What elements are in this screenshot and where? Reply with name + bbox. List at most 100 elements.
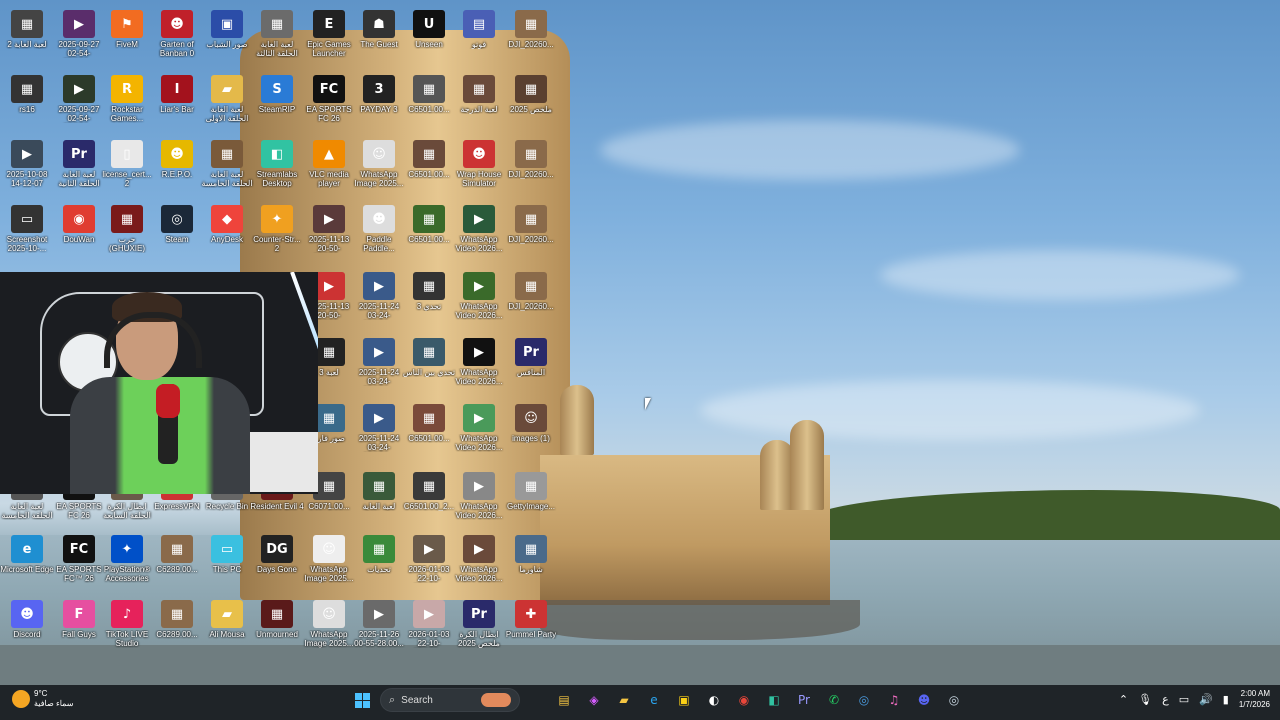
desktop-icon[interactable]: ◎ Steam — [150, 205, 204, 244]
desktop-icon[interactable]: ▦ C6501.00... — [402, 404, 456, 443]
clock[interactable]: 2:00 AM 1/7/2026 — [1239, 688, 1270, 710]
desktop-icon[interactable]: E Epic Games Launcher — [302, 10, 356, 58]
desktop-icon[interactable]: ▶ 2025-11-24 03-24-12.000... — [352, 404, 406, 452]
desktop-icon[interactable]: ▶ 2026-01-03 22-10-12.000... — [402, 535, 456, 583]
desktop-icon[interactable]: ▦ GettyImage... — [504, 472, 558, 511]
desktop-icon[interactable]: ▰ Ali Mousa — [200, 600, 254, 639]
desktop-icon[interactable]: ▦ DJI_20260... — [504, 205, 558, 244]
store-icon[interactable]: ▣ — [672, 688, 696, 712]
desktop-icon[interactable]: Pr ابطال الكرة ملخص 2025 — [452, 600, 506, 648]
desktop-icon[interactable]: ▦ C6501.00_2... — [402, 472, 456, 511]
desktop-icon[interactable]: ▦ DJI_20260... — [504, 10, 558, 49]
desktop-icon[interactable]: ▦ rs16 — [0, 75, 54, 114]
desktop-icon[interactable]: ☺ WhatsApp Image 2025... — [302, 600, 356, 648]
desktop-icon[interactable]: ▦ لعبة الدرجة — [452, 75, 506, 114]
desktop-icon[interactable]: ◉ DouWan — [52, 205, 106, 244]
volume-icon[interactable]: 🔊 — [1199, 693, 1213, 706]
desktop-icon[interactable]: U Unseen — [402, 10, 456, 49]
desktop-icon[interactable]: ✚ Pummel Party — [504, 600, 558, 639]
desktop-icon[interactable]: ▦ C6501.00... — [402, 205, 456, 244]
alienware-icon[interactable]: ◐ — [702, 688, 726, 712]
desktop-icon[interactable]: ▦ C6501.00... — [402, 75, 456, 114]
desktop-icon[interactable]: ⚑ FiveM — [100, 10, 154, 49]
edge-icon[interactable]: e — [642, 688, 666, 712]
desktop-icon[interactable]: ▦ تحدي 3 — [402, 272, 456, 311]
desktop-icon[interactable]: ▭ This PC — [200, 535, 254, 574]
desktop-icon[interactable]: FC EA SPORTS FC 26 — [302, 75, 356, 123]
desktop-icon[interactable]: ▦ لعبة الغابة الحلقة الخامسة — [200, 140, 254, 188]
desktop-icon[interactable]: ▦ تحدي بين الناس — [402, 338, 456, 377]
desktop-icon[interactable]: ▶ WhatsApp Video 2026... — [452, 472, 506, 520]
desktop-icon[interactable]: ▦ C6289.00... — [150, 535, 204, 574]
desktop-icon[interactable]: R Rockstar Games... — [100, 75, 154, 123]
desktop-icon[interactable]: I Liar's Bar — [150, 75, 204, 114]
desktop-icon[interactable]: ▦ تحديات — [352, 535, 406, 574]
streamlabs-icon[interactable]: ◧ — [762, 688, 786, 712]
app-icon[interactable]: ◎ — [852, 688, 876, 712]
desktop-icon[interactable]: ▦ C6501.00... — [402, 140, 456, 179]
desktop-icon[interactable]: Pr لعبة الغابة الحلقة الثانية — [52, 140, 106, 188]
discord-icon[interactable]: ☻ — [912, 688, 936, 712]
search-box[interactable]: ⌕ Search — [380, 688, 520, 712]
desktop-icon[interactable]: ▦ DJI_20260... — [504, 272, 558, 311]
desktop-icon[interactable]: ☺ WhatsApp Image 2025... — [352, 140, 406, 188]
desktop-icon[interactable]: ▰ لعبة الغابة الحلقة الاولى — [200, 75, 254, 123]
desktop-icon[interactable]: ▯ license_cert... 2 — [100, 140, 154, 188]
desktop-icon[interactable]: ✦ PlayStation® Accessories — [100, 535, 154, 583]
chrome-icon[interactable]: ◉ — [732, 688, 756, 712]
premiere-icon[interactable]: Pr — [792, 688, 816, 712]
desktop-icon[interactable]: ▶ 2025-10-08 14-12-07 — [0, 140, 54, 188]
desktop-icon[interactable]: Pr المنافس — [504, 338, 558, 377]
desktop-icon[interactable]: ▦ لعبة الغابة — [352, 472, 406, 511]
folder-icon[interactable]: ▰ — [612, 688, 636, 712]
desktop-icon[interactable]: ☻ Garten of Banban 0 — [150, 10, 204, 58]
desktop-icon[interactable]: DG Days Gone — [250, 535, 304, 574]
desktop-icon[interactable]: ▶ 2025-09-27 02-54-23.000... — [52, 10, 106, 58]
desktop-icon[interactable]: ▭ Screenshot 2025-10-... — [0, 205, 54, 253]
desktop-icon[interactable]: ▦ لعبة الغابة الحلقة الثالثة — [250, 10, 304, 58]
desktop-icon[interactable]: ▶ 2025-09-27 02-54-23.000... — [52, 75, 106, 123]
desktop-icon[interactable]: ◆ AnyDesk — [200, 205, 254, 244]
desktop-icon[interactable]: ▤ فوتو — [452, 10, 506, 49]
desktop-icon[interactable]: ▶ 2025-11-24 03-24-12.000... — [352, 272, 406, 320]
desktop-icon[interactable]: ▦ لعبة الغابة 2 — [0, 10, 54, 49]
desktop-icon[interactable]: ▶ 2025-11-24 03-24-12.000... — [352, 338, 406, 386]
desktop-icon[interactable]: ▦ Unmourned — [250, 600, 304, 639]
desktop-icon[interactable]: ▦ DJI_20260... — [504, 140, 558, 179]
steam-icon[interactable]: ◎ — [942, 688, 966, 712]
desktop-icon[interactable]: ▦ حرب (GHUXIE) — [100, 205, 154, 253]
desktop-icon[interactable]: ▶ 2025-11-13 20-50-14.000... — [302, 205, 356, 253]
network-icon[interactable]: ▭ — [1179, 693, 1189, 706]
itunes-icon[interactable]: ♫ — [882, 688, 906, 712]
desktop-icon[interactable]: ▦ ملخص 2025 — [504, 75, 558, 114]
desktop-icon[interactable]: ▣ صور الشباب — [200, 10, 254, 49]
desktop-icon[interactable]: ▶ WhatsApp Video 2026... — [452, 205, 506, 253]
desktop-icon[interactable]: ☻ R.E.P.O. — [150, 140, 204, 179]
desktop-icon[interactable]: FC EA SPORTS FC™ 26 — [52, 535, 106, 583]
desktop-icon[interactable]: e Microsoft Edge — [0, 535, 54, 574]
desktop-icon[interactable]: S SteamRIP — [250, 75, 304, 114]
desktop-icon[interactable]: ▦ C6289.00... — [150, 600, 204, 639]
desktop-icon[interactable]: ☻ Paddle Paddle... — [352, 205, 406, 253]
desktop-icon[interactable]: ▶ 2025-11-26 00-55-28.00... — [352, 600, 406, 648]
chevron-up-icon[interactable]: ⌃ — [1119, 693, 1128, 706]
copilot-icon[interactable]: ◈ — [582, 688, 606, 712]
weather-widget[interactable]: 9°C سماء صافية — [12, 689, 74, 709]
desktop-icon[interactable]: F Fall Guys — [52, 600, 106, 639]
desktop-icon[interactable]: ▶ WhatsApp Video 2026... — [452, 535, 506, 583]
microphone-icon[interactable]: 🎙 — [1138, 693, 1152, 706]
desktop-icon[interactable]: ☺ WhatsApp Image 2025... — [302, 535, 356, 583]
desktop-icon[interactable]: ☗ The Guest — [352, 10, 406, 49]
desktop-icon[interactable]: 3 PAYDAY 3 — [352, 75, 406, 114]
desktop-icon[interactable]: ▶ 2026-01-03 22-10-12.000... — [402, 600, 456, 648]
start-button[interactable] — [350, 688, 374, 712]
desktop-icon[interactable]: ☺ images (1) — [504, 404, 558, 443]
whatsapp-icon[interactable]: ✆ — [822, 688, 846, 712]
desktop-icon[interactable]: ◧ Streamlabs Desktop — [250, 140, 304, 188]
desktop-icon[interactable]: ▦ شاورما — [504, 535, 558, 574]
desktop-icon[interactable]: ✦ Counter-Str... 2 — [250, 205, 304, 253]
desktop-icon[interactable]: ▶ WhatsApp Video 2026... — [452, 404, 506, 452]
battery-icon[interactable]: ▮ — [1223, 693, 1229, 706]
desktop-icon[interactable]: ▶ WhatsApp Video 2026... — [452, 272, 506, 320]
desktop-icon[interactable]: ☻ Wrap House Simulator — [452, 140, 506, 188]
